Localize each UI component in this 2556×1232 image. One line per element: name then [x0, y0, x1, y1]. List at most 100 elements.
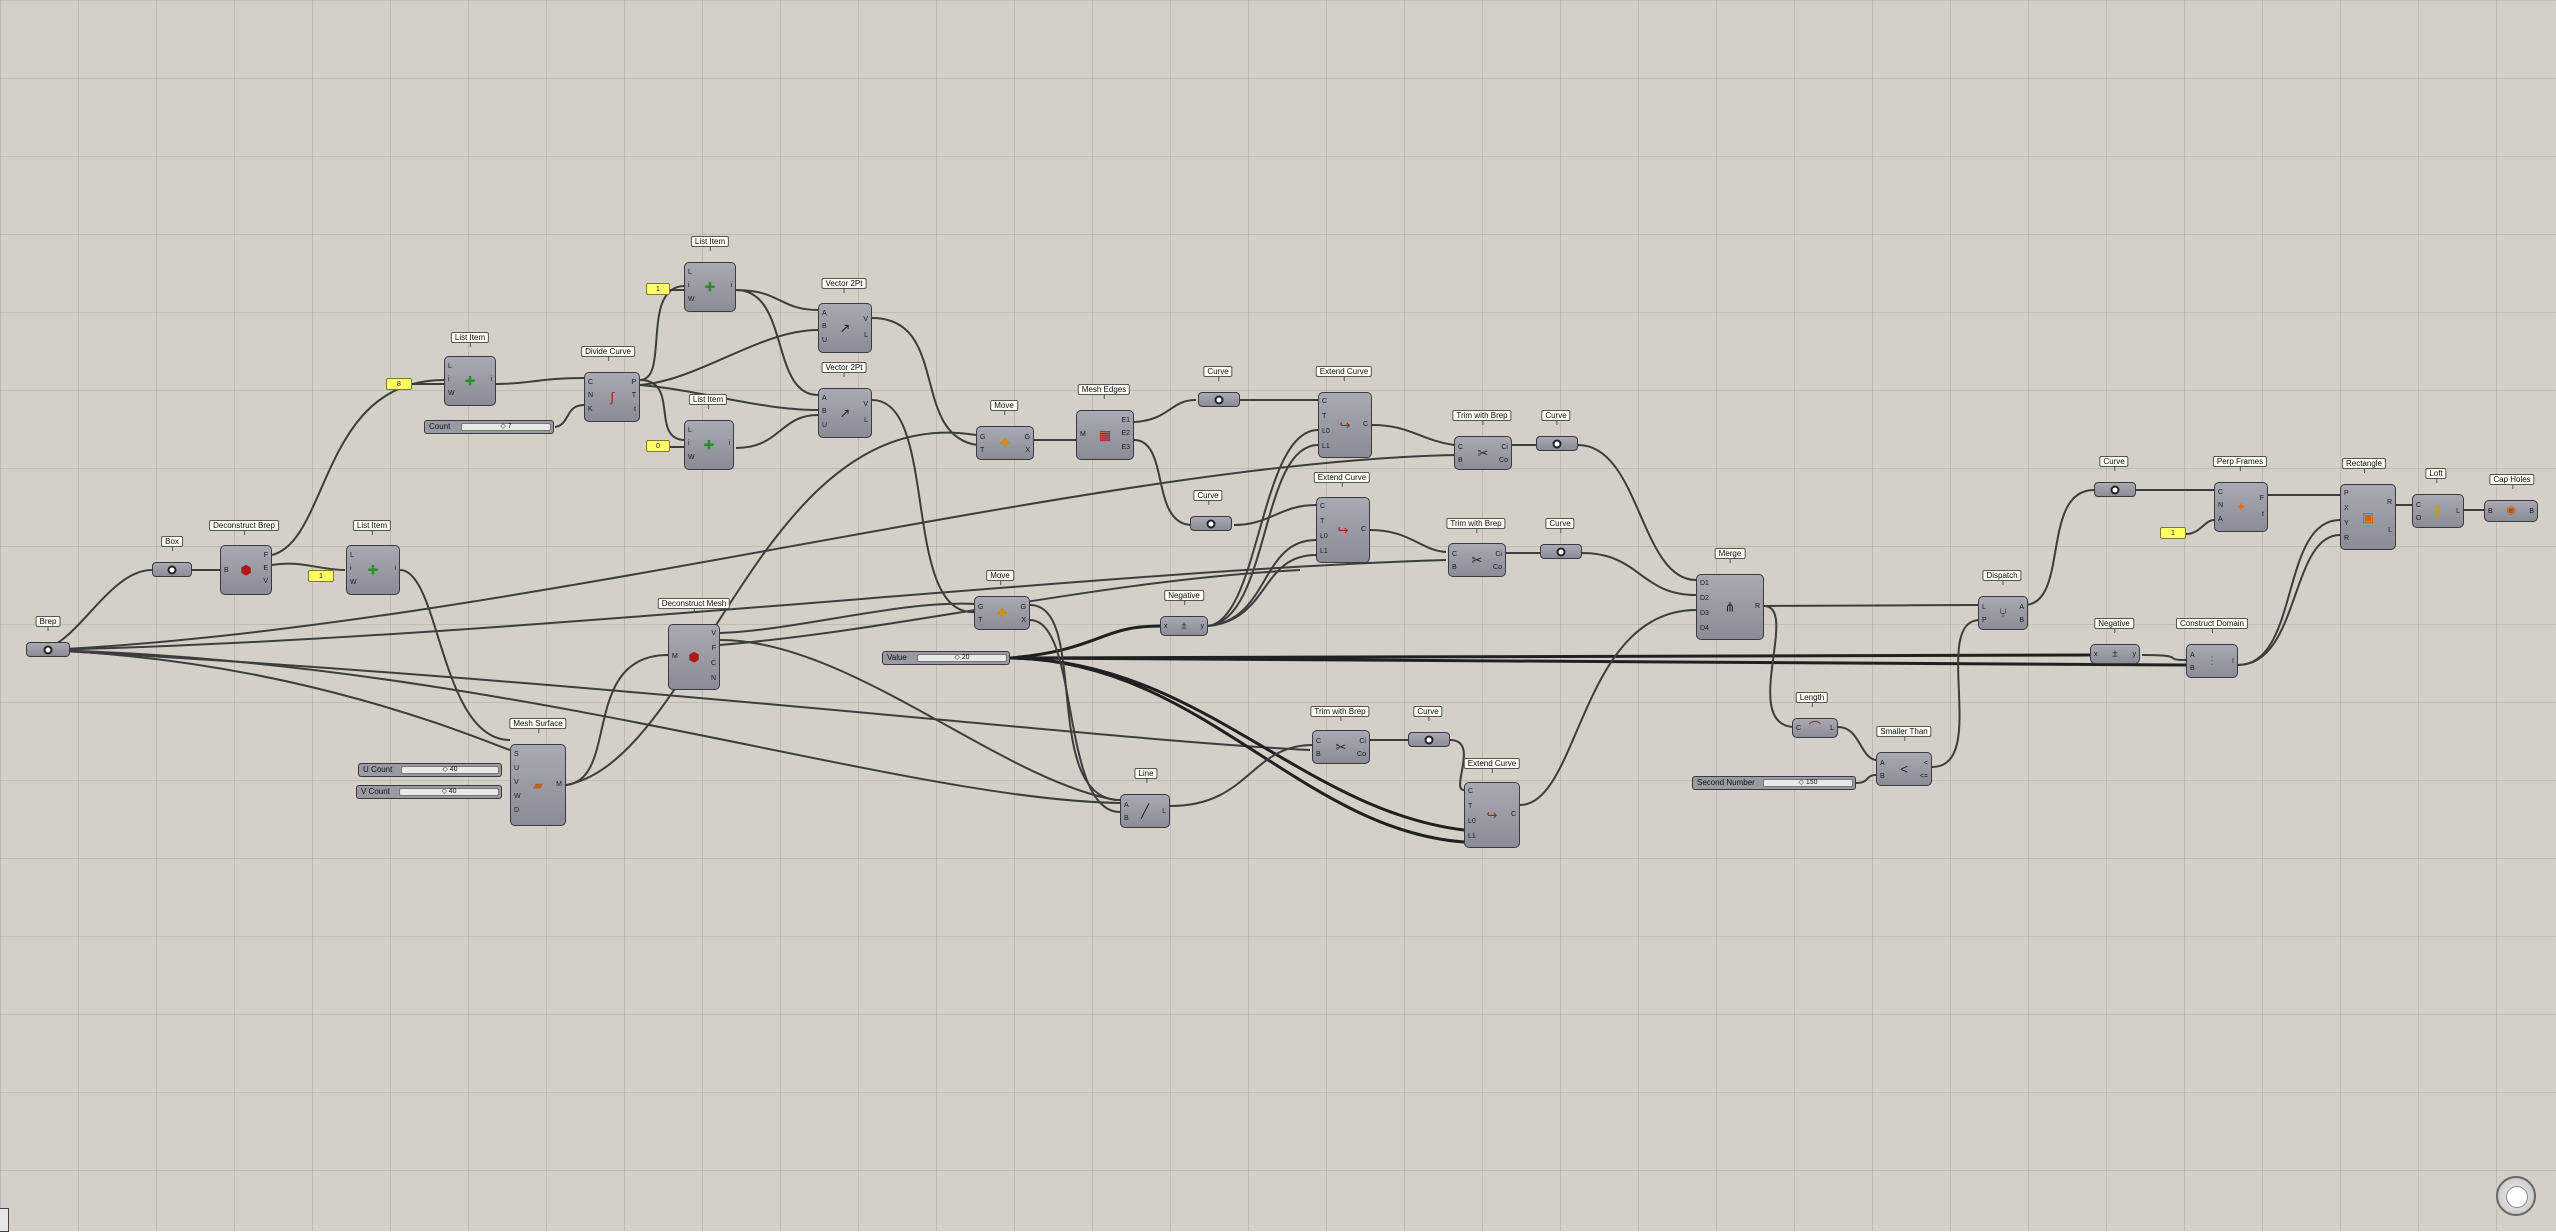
- negative-1-node[interactable]: xy ±: [1160, 616, 1208, 636]
- list-item-icon: ✚: [464, 373, 476, 389]
- line-node[interactable]: AB L ╱: [1120, 794, 1170, 828]
- node-label-curve-6: Curve: [2099, 456, 2129, 471]
- node-label-smaller-than: Smaller Than: [1876, 726, 1932, 741]
- curve-3-param[interactable]: [1536, 436, 1578, 451]
- second-number-slider-track[interactable]: ◇ 150: [1763, 779, 1853, 787]
- corner-tab[interactable]: [0, 1208, 9, 1232]
- node-label-curve-4: Curve: [1545, 518, 1575, 533]
- panel-0[interactable]: 0: [646, 440, 670, 452]
- negative-icon: ±: [1181, 620, 1187, 632]
- mesh-surface-node[interactable]: SUVWD M ▰: [510, 744, 566, 826]
- move-1-node[interactable]: GT GX ✥: [976, 426, 1034, 460]
- panel-1-top[interactable]: 1: [646, 283, 670, 295]
- grasshopper-canvas[interactable]: [0, 0, 2556, 1231]
- trim-brep-icon: ✂: [1335, 739, 1347, 755]
- curve-icon: [1556, 547, 1566, 556]
- node-label-length: Length: [1795, 692, 1829, 707]
- list-item-4-node[interactable]: LiW i ✚: [684, 420, 734, 470]
- vector-2pt-2-node[interactable]: ABU VL ↗: [818, 388, 872, 438]
- perp-frames-node[interactable]: CNA Ft ✦: [2214, 482, 2268, 532]
- extend-curve-3-node[interactable]: C T L0 L1 C ↪: [1464, 782, 1520, 848]
- mesh-surface-icon: ▰: [533, 777, 543, 793]
- node-label-cap-holes: Cap Holes: [2489, 474, 2535, 489]
- node-label-vector-2pt-2: Vector 2Pt: [821, 362, 867, 377]
- merge-node[interactable]: D1 D2 D3 D4 R ⋔: [1696, 574, 1764, 640]
- node-label-trim-brep-2: Trim with Brep: [1446, 518, 1506, 533]
- line-icon: ╱: [1141, 803, 1149, 819]
- smaller-than-node[interactable]: AB < <= <: [1876, 752, 1932, 786]
- cap-holes-node[interactable]: BB ◉: [2484, 500, 2538, 522]
- v-count-slider-track[interactable]: ◇ 40: [399, 788, 499, 796]
- divide-curve-node[interactable]: CNK PTt ∫: [584, 372, 640, 422]
- box-icon: [167, 565, 177, 574]
- move-icon: ✥: [996, 605, 1008, 621]
- node-label-perp-frames: Perp Frames: [2212, 456, 2268, 471]
- loft-icon: ⫼: [2435, 503, 2441, 519]
- loft-node[interactable]: CO L ⫼: [2412, 494, 2464, 528]
- curve-icon: [1206, 519, 1216, 528]
- perp-frames-icon: ✦: [2235, 499, 2247, 515]
- curve-2-param[interactable]: [1190, 516, 1232, 531]
- list-item-2-node[interactable]: LiW i ✚: [346, 545, 400, 595]
- v-count-slider[interactable]: V Count ◇ 40: [356, 785, 502, 799]
- value-slider[interactable]: Value ◇ 20: [882, 651, 1010, 665]
- box-param[interactable]: [152, 562, 192, 577]
- u-count-slider[interactable]: U Count ◇ 40: [358, 763, 502, 777]
- value-slider-track[interactable]: ◇ 20: [917, 654, 1007, 662]
- brep-param[interactable]: [26, 642, 70, 657]
- move-2-node[interactable]: GT GX ✥: [974, 596, 1030, 630]
- node-label-list-item-2: List Item: [352, 520, 392, 535]
- u-count-slider-label: U Count: [363, 765, 393, 774]
- curve-5-param[interactable]: [1408, 732, 1450, 747]
- negative-2-node[interactable]: xy ±: [2090, 644, 2140, 664]
- node-label-trim-brep-3: Trim with Brep: [1310, 706, 1370, 721]
- node-label-line: Line: [1134, 768, 1158, 783]
- count-slider[interactable]: Count ◇ 7: [424, 420, 554, 434]
- list-item-3-node[interactable]: LiW i ✚: [684, 262, 736, 312]
- extend-curve-icon: ↪: [1486, 807, 1498, 823]
- count-slider-track[interactable]: ◇ 7: [461, 423, 551, 431]
- construct-domain-node[interactable]: AB I ⫶: [2186, 644, 2238, 678]
- mesh-edges-icon: ▦: [1098, 427, 1112, 443]
- node-label-brep: Brep: [35, 616, 61, 631]
- v-count-slider-label: V Count: [361, 787, 390, 796]
- list-item-icon: ✚: [703, 437, 715, 453]
- curve-icon: [1552, 439, 1562, 448]
- rectangle-icon: ▣: [2361, 509, 2375, 525]
- mesh-edges-node[interactable]: M E1 E2 E3 ▦: [1076, 410, 1134, 460]
- merge-icon: ⋔: [1724, 599, 1736, 615]
- dispatch-icon: ⑂: [1999, 605, 2007, 621]
- node-label-curve-1: Curve: [1203, 366, 1233, 381]
- second-number-slider-label: Second Number: [1697, 778, 1755, 787]
- panel-8[interactable]: 8: [386, 378, 412, 390]
- node-label-dispatch: Dispatch: [1982, 570, 2022, 585]
- dispatch-node[interactable]: LP AB ⑂: [1978, 596, 2028, 630]
- u-count-slider-track[interactable]: ◇ 40: [401, 766, 499, 774]
- node-label-vector-2pt-1: Vector 2Pt: [821, 278, 867, 293]
- extend-curve-1-node[interactable]: C T L0 L1 C ↪: [1318, 392, 1372, 458]
- deconstruct-mesh-node[interactable]: M VFCN ⬢: [668, 624, 720, 690]
- list-item-1-node[interactable]: LiW i ✚: [444, 356, 496, 406]
- length-icon: ⌒: [1808, 720, 1822, 736]
- curve-icon: [2110, 485, 2120, 494]
- extend-curve-2-node[interactable]: C T L0 L1 C ↪: [1316, 497, 1370, 563]
- second-number-slider[interactable]: Second Number ◇ 150: [1692, 776, 1856, 790]
- panel-1-perp[interactable]: 1: [2160, 527, 2186, 539]
- length-node[interactable]: CL ⌒: [1792, 718, 1838, 738]
- cap-holes-icon: ◉: [2506, 504, 2516, 517]
- trim-brep-1-node[interactable]: CB Ci Co ✂: [1454, 436, 1512, 470]
- rectangle-node[interactable]: PXYR RL ▣: [2340, 484, 2396, 550]
- curve-icon: [1424, 735, 1434, 744]
- trim-brep-3-node[interactable]: CB Ci Co ✂: [1312, 730, 1370, 764]
- node-label-negative-1: Negative: [1164, 590, 1204, 605]
- node-label-rectangle: Rectangle: [2341, 458, 2387, 473]
- trim-brep-2-node[interactable]: CB Ci Co ✂: [1448, 543, 1506, 577]
- curve-6-param[interactable]: [2094, 482, 2136, 497]
- deconstruct-brep-node[interactable]: B FEV ⬢: [220, 545, 272, 595]
- curve-1-param[interactable]: [1198, 392, 1240, 407]
- vector-2pt-1-node[interactable]: ABU VL ↗: [818, 303, 872, 353]
- curve-4-param[interactable]: [1540, 544, 1582, 559]
- extend-curve-icon: ↪: [1339, 417, 1351, 433]
- navigation-widget[interactable]: [2496, 1176, 2536, 1216]
- panel-1[interactable]: 1: [308, 570, 334, 582]
